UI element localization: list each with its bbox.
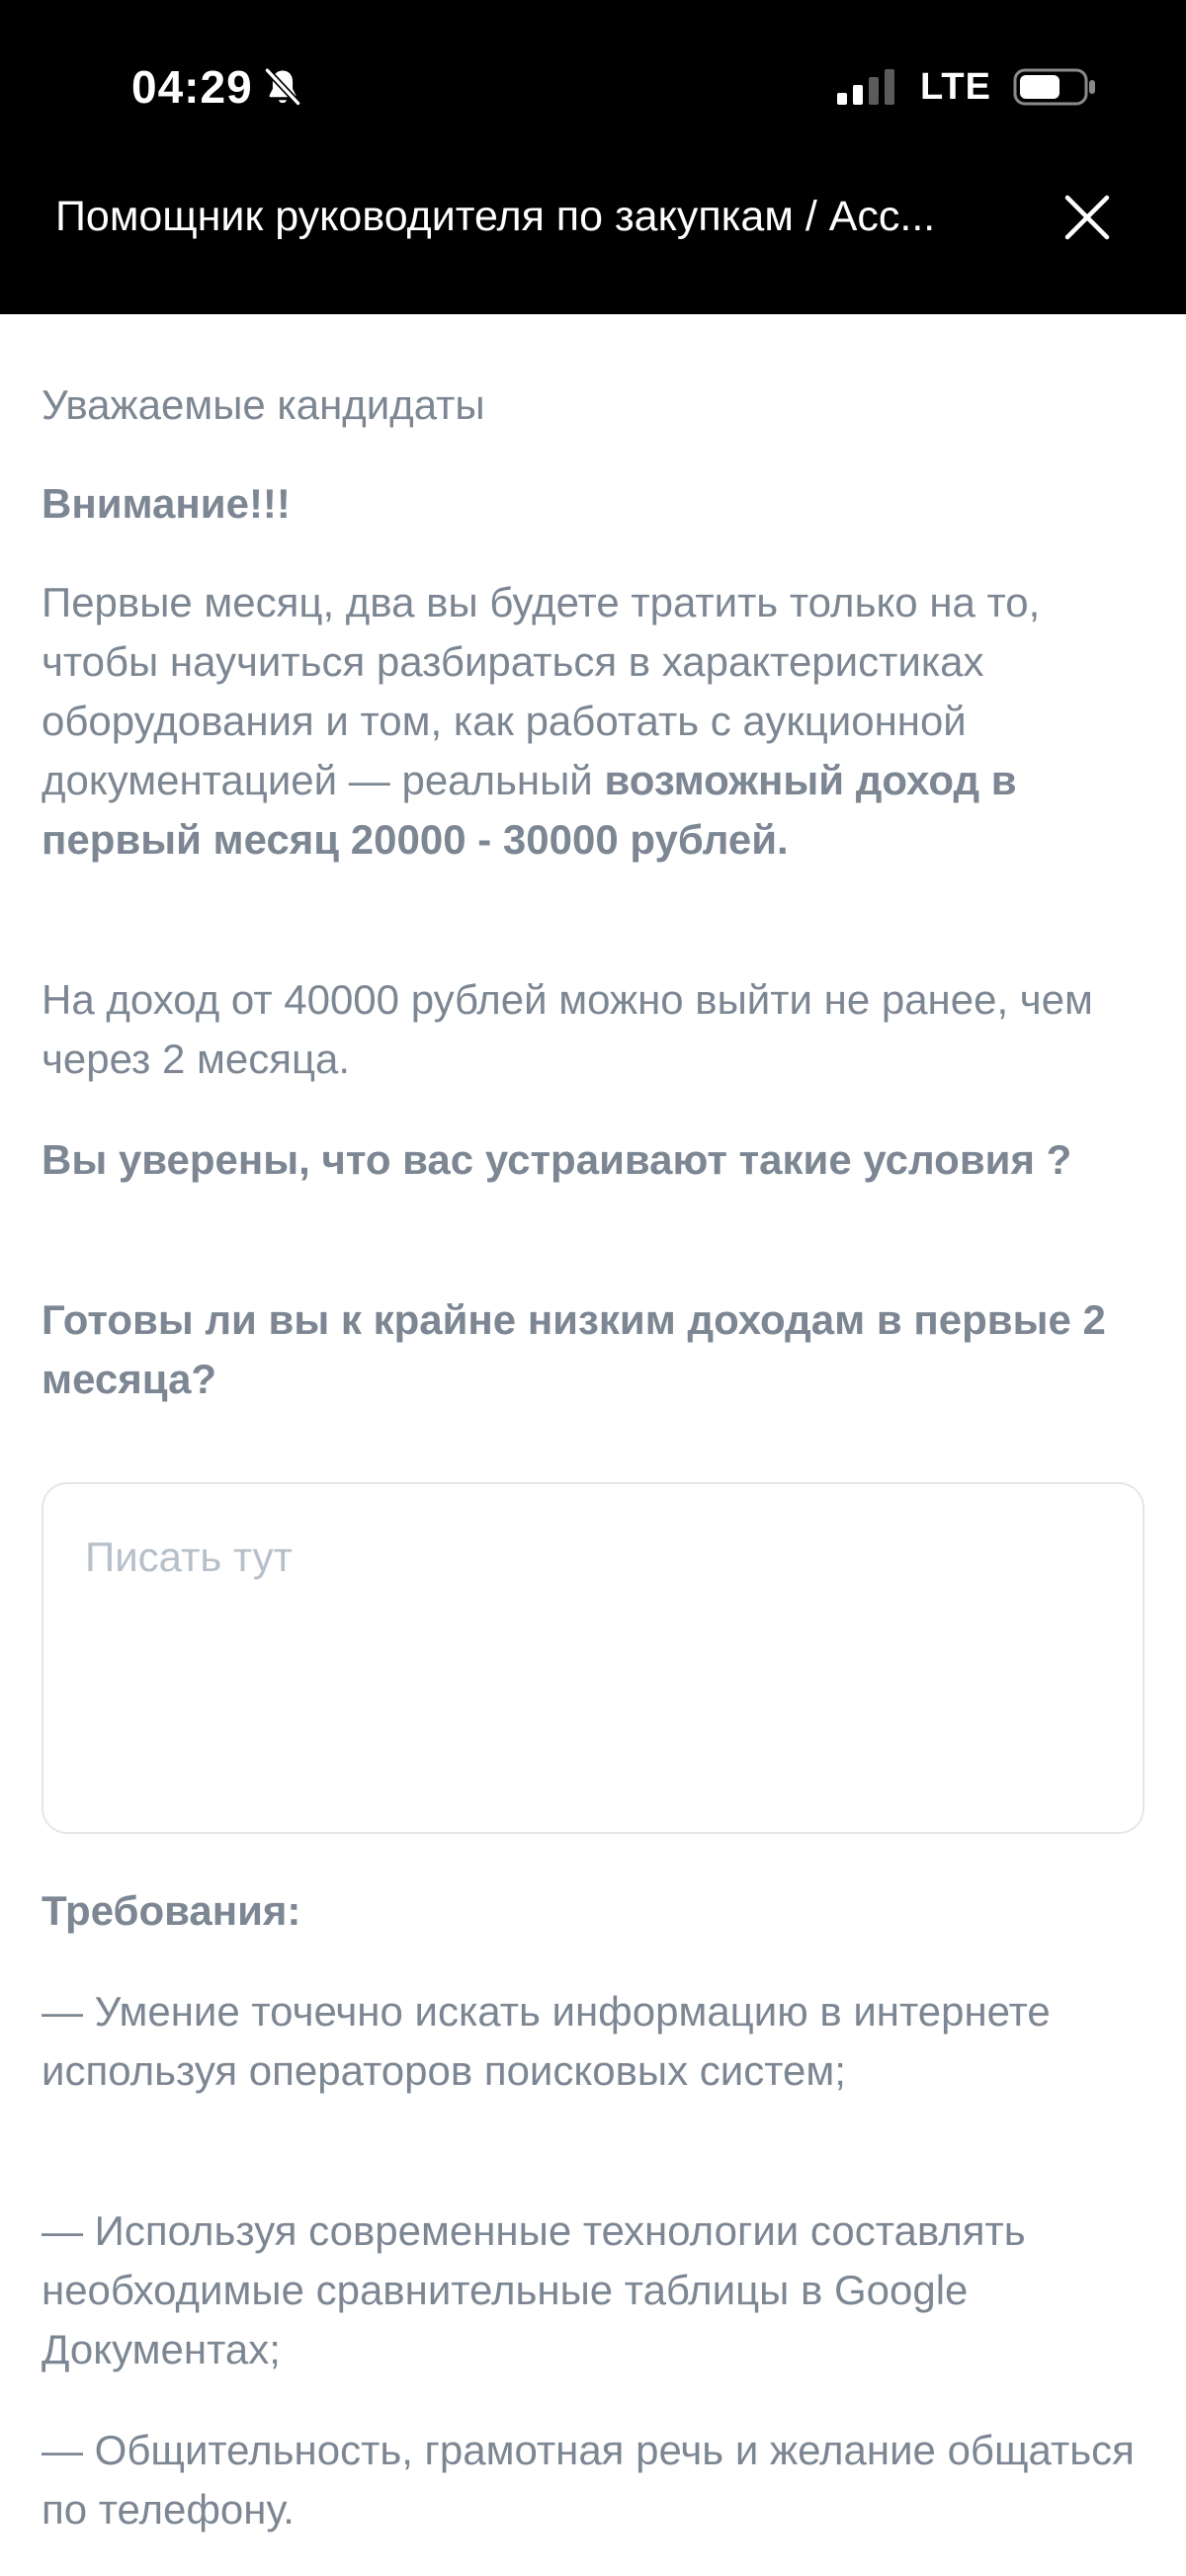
app-header: 04:29 LTE Помощник руководителя по закуп…: [0, 0, 1186, 314]
clock-time: 04:29: [131, 61, 253, 113]
requirements-heading: Требования:: [42, 1887, 301, 1934]
status-indicators: LTE: [835, 59, 1098, 115]
answer-field[interactable]: [42, 1482, 1144, 1834]
bell-slash-icon: [263, 66, 301, 107]
status-bar: 04:29 LTE: [0, 0, 1186, 168]
answer-input[interactable]: [43, 1484, 1143, 1832]
income-timeline-paragraph: На доход от 40000 рублей можно выйти не …: [42, 976, 1093, 1082]
battery-icon: [1013, 68, 1095, 106]
low-income-question: Готовы ли вы к крайне низким доходам в п…: [42, 1296, 1106, 1402]
greeting-text: Уважаемые кандидаты: [42, 381, 485, 428]
attention-heading: Внимание!!!: [42, 480, 291, 527]
income-paragraph: Первые месяц, два вы будете тратить толь…: [42, 573, 1144, 870]
title-bar: Помощник руководителя по закупкам / Асс.…: [0, 168, 1186, 267]
cellular-signal-icon: [837, 69, 894, 105]
close-button[interactable]: [1048, 178, 1127, 257]
requirement-item: — Общительность, грамотная речь и желани…: [42, 2427, 1135, 2533]
requirement-item: — Используя современные технологии соста…: [42, 2207, 1026, 2372]
requirement-item: — Умение точечно искать информацию в инт…: [42, 1988, 1051, 2094]
page-title: Помощник руководителя по закупкам / Асс.…: [55, 193, 936, 240]
network-type: LTE: [920, 65, 991, 108]
time-group: 04:29: [131, 55, 304, 119]
conditions-question: Вы уверены, что вас устраивают такие усл…: [42, 1136, 1072, 1183]
close-icon: [1064, 195, 1110, 240]
